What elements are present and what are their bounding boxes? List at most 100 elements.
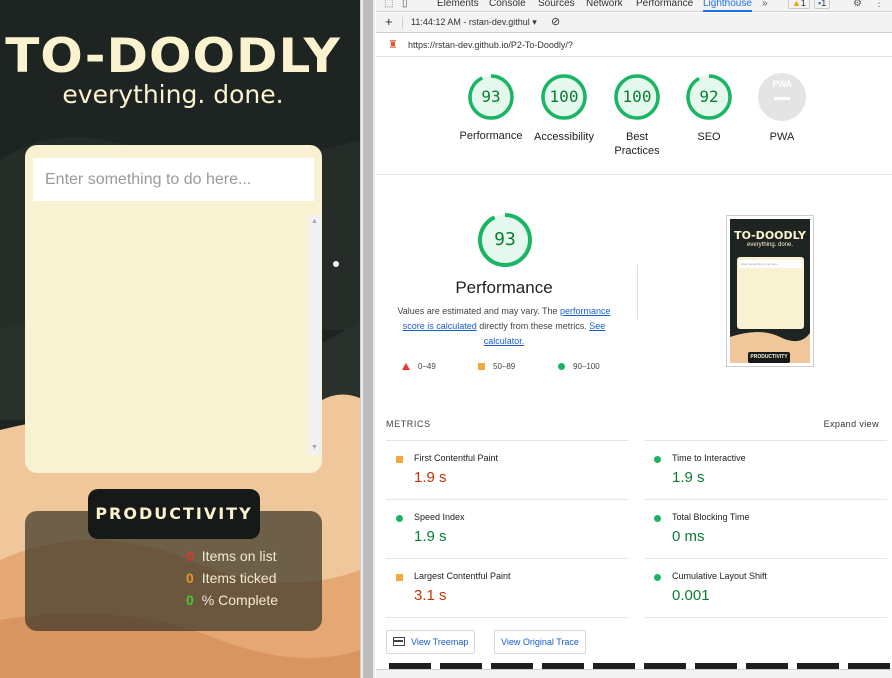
fail-triangle-icon bbox=[402, 363, 410, 370]
metric-name: Speed Index bbox=[414, 512, 465, 522]
gauge-score: 92 bbox=[699, 87, 719, 106]
section-divider bbox=[376, 174, 892, 175]
stat-label: Items on list bbox=[201, 548, 277, 564]
gauge-score: 93 bbox=[481, 87, 501, 106]
report-session-select[interactable]: 11:44:12 AM - rstan-dev.githul ▾ bbox=[411, 17, 537, 28]
average-square-icon bbox=[396, 574, 403, 581]
devtools-drawer-bar[interactable] bbox=[376, 669, 892, 678]
app-preview: TO-DOODLY everything. done. ▲ ▼ PRODUCTI… bbox=[0, 0, 360, 678]
todo-input[interactable] bbox=[33, 158, 314, 201]
metric-time-to-interactive: Time to Interactive 1.9 s bbox=[644, 440, 887, 499]
thumbnail-title: TO-DOODLY bbox=[734, 229, 806, 242]
metric-value: 1.9 s bbox=[672, 469, 705, 486]
gauge-performance[interactable]: 93 bbox=[467, 73, 515, 121]
view-original-trace-button[interactable]: View Original Trace bbox=[494, 630, 586, 654]
button-label: View Original Trace bbox=[501, 637, 579, 647]
metrics-heading: METRICS bbox=[386, 419, 431, 429]
pane-splitter[interactable] bbox=[360, 0, 375, 678]
tab-elements[interactable]: Elements bbox=[437, 0, 479, 10]
expand-view-toggle[interactable]: Expand view bbox=[824, 419, 879, 429]
scroll-up-arrow-icon[interactable]: ▲ bbox=[308, 215, 321, 229]
legend-range: 90–100 bbox=[573, 362, 600, 371]
productivity-badge: PRODUCTIVITY bbox=[88, 489, 260, 539]
metric-cumulative-layout-shift: Cumulative Layout Shift 0.001 bbox=[644, 558, 887, 617]
metric-value: 0 ms bbox=[672, 528, 705, 545]
warnings-badge[interactable]: ▲1 bbox=[788, 0, 810, 9]
metric-name: Largest Contentful Paint bbox=[414, 571, 511, 581]
settings-gear-icon[interactable]: ⚙ bbox=[853, 0, 862, 10]
gauge-label-accessibility: Accessibility bbox=[534, 131, 594, 143]
average-square-icon bbox=[478, 363, 485, 370]
pass-circle-icon bbox=[558, 363, 565, 370]
button-label: View Treemap bbox=[411, 637, 469, 647]
thumbnail-badge: PRODUCTIVITY bbox=[748, 352, 790, 363]
gauge-pwa[interactable]: PWA bbox=[758, 73, 806, 121]
pass-circle-icon bbox=[654, 574, 661, 581]
metric-name: First Contentful Paint bbox=[414, 453, 499, 463]
tab-lighthouse[interactable]: Lighthouse bbox=[703, 0, 752, 12]
report-url[interactable]: https://rstan-dev.github.io/P2-To-Doodly… bbox=[408, 40, 573, 50]
metrics-bottom-border bbox=[644, 617, 887, 618]
new-report-button[interactable]: + bbox=[385, 15, 393, 29]
metric-speed-index: Speed Index 1.9 s bbox=[386, 499, 629, 558]
lighthouse-icon: ♜ bbox=[388, 39, 398, 51]
inspect-cursor-icon[interactable]: ⬚ bbox=[384, 0, 393, 10]
stat-label: % Complete bbox=[201, 592, 279, 608]
performance-score: 93 bbox=[494, 229, 516, 250]
stat-items-on-list: 0 Items on list bbox=[186, 547, 277, 565]
treemap-icon bbox=[393, 637, 405, 646]
devtools-panel: ⬚ ▯ Elements Console Sources Network Per… bbox=[376, 0, 892, 678]
more-options-icon[interactable]: ⋮ bbox=[874, 0, 884, 10]
splitter-handle[interactable] bbox=[363, 0, 373, 678]
tab-performance[interactable]: Performance bbox=[636, 0, 693, 10]
todo-list bbox=[33, 215, 305, 455]
stat-value: 0 bbox=[186, 548, 194, 564]
device-toggle-icon[interactable]: ▯ bbox=[402, 0, 408, 10]
average-square-icon bbox=[396, 456, 403, 463]
tab-sources[interactable]: Sources bbox=[538, 0, 575, 10]
metric-value: 1.9 s bbox=[414, 528, 447, 545]
gauge-accessibility[interactable]: 100 bbox=[540, 73, 588, 121]
metric-name: Total Blocking Time bbox=[672, 512, 750, 522]
stat-value: 0 bbox=[186, 592, 194, 608]
metric-value: 0.001 bbox=[672, 587, 710, 604]
desc-text: Values are estimated and may vary. The bbox=[397, 306, 561, 316]
message-count: 1 bbox=[821, 0, 827, 8]
app-tagline: everything. done. bbox=[62, 80, 284, 109]
metric-total-blocking-time: Total Blocking Time 0 ms bbox=[644, 499, 887, 558]
stat-label: Items ticked bbox=[201, 570, 277, 586]
metric-largest-contentful-paint: Largest Contentful Paint 3.1 s bbox=[386, 558, 629, 617]
legend-range: 50–89 bbox=[493, 362, 516, 371]
pwa-badge-icon: PWA bbox=[772, 79, 792, 89]
metric-name: Time to Interactive bbox=[672, 453, 746, 463]
gauge-best-practices[interactable]: 100 bbox=[613, 73, 661, 121]
metric-value: 1.9 s bbox=[414, 469, 447, 486]
clear-report-icon[interactable]: ⊘ bbox=[551, 15, 560, 28]
tab-network[interactable]: Network bbox=[586, 0, 623, 10]
more-tabs-icon[interactable]: » bbox=[762, 0, 768, 10]
tab-console[interactable]: Console bbox=[489, 0, 526, 10]
stat-value: 0 bbox=[186, 570, 194, 586]
pass-circle-icon bbox=[396, 515, 403, 522]
messages-badge[interactable]: ▪1 bbox=[814, 0, 831, 9]
desc-text: directly from these metrics. bbox=[476, 321, 590, 331]
stat-items-ticked: 0 Items ticked bbox=[186, 569, 277, 587]
performance-title: Performance bbox=[455, 278, 553, 297]
gauge-label-best-practices: Best Practices bbox=[614, 131, 660, 157]
final-screenshot-thumbnail[interactable]: TO-DOODLY everything. done. Enter someth… bbox=[726, 215, 814, 367]
report-url-bar: ♜ https://rstan-dev.github.io/P2-To-Dood… bbox=[376, 34, 892, 57]
thumbnail-image: TO-DOODLY everything. done. Enter someth… bbox=[730, 219, 810, 363]
todo-list-scrollbar[interactable]: ▲ ▼ bbox=[308, 215, 321, 455]
metric-name: Cumulative Layout Shift bbox=[672, 571, 768, 581]
thumbnail-tagline: everything. done. bbox=[746, 242, 794, 248]
scroll-down-arrow-icon[interactable]: ▼ bbox=[308, 441, 321, 455]
thumbnail-input: Enter something to do here... bbox=[739, 260, 802, 268]
metrics-bottom-border bbox=[386, 617, 629, 618]
view-treemap-button[interactable]: View Treemap bbox=[386, 630, 476, 654]
gauge-label-pwa: PWA bbox=[769, 131, 795, 143]
gauge-score: 100 bbox=[622, 87, 652, 106]
stat-percent-complete: 0 % Complete bbox=[186, 591, 278, 609]
pwa-dash-icon bbox=[774, 97, 790, 100]
pass-circle-icon bbox=[654, 515, 661, 522]
gauge-seo[interactable]: 92 bbox=[685, 73, 733, 121]
